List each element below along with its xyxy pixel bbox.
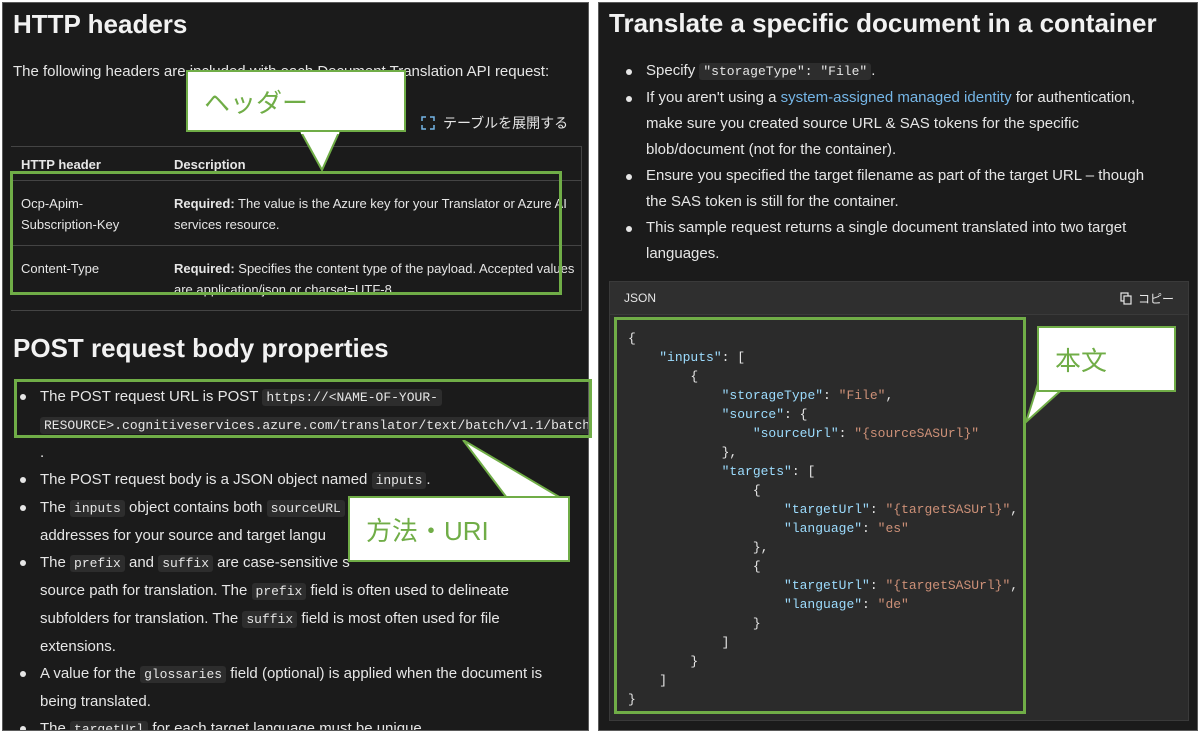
copy-label: コピー [1137,291,1174,306]
managed-identity-link[interactable]: system-assigned managed identity [781,89,1012,106]
uri-highlight-box [14,379,592,438]
inline-code: targetUrl [70,721,149,730]
translate-doc-title: Translate a specific document in a conta… [609,8,1157,38]
expand-table-label: テーブルを展開する [443,115,569,131]
bullet-text: addresses for your source and target lan… [40,527,327,544]
method-callout: 方法・URI [348,496,570,562]
bullet-text: Specify [646,62,700,79]
body-properties-title: POST request body properties [13,333,389,363]
bullet-text: being translated. [40,693,151,710]
inline-code: suffix [158,555,214,572]
bullet-text: blob/document (not for the container). [646,141,897,158]
bullet-text: and [124,554,159,571]
bullet-text: extensions. [40,638,116,655]
bullet-text: field is often used to delineate [306,582,509,599]
headers-title: HTTP headers [13,9,188,39]
list-item: Ensure you specified the target filename… [609,163,1194,215]
bullet-text: make sure you created source URL & SAS t… [646,115,1079,132]
bullet-text: for authentication, [1011,89,1136,106]
bullet-text: A value for the [40,665,141,682]
inline-code: inputs [371,472,427,489]
code-header: JSON コピー [610,282,1188,315]
bullet-text: The [40,554,71,571]
body-highlight-box [614,317,1026,714]
inline-code: sourceURL [266,500,345,517]
bullet-text: The [40,720,71,731]
bullet-text: object contains both [124,499,267,516]
inline-code: suffix [242,611,298,628]
copy-icon [1120,291,1132,305]
header-highlight-box [10,171,562,295]
body-callout: 本文 [1037,326,1176,392]
bullet-text: The [40,499,71,516]
header-callout-label: ヘッダー [204,87,309,118]
inline-code: "storageType": "File" [699,63,872,80]
bullet-text: If you aren't using a [646,89,781,106]
list-item: The targetUrl for each target language m… [3,715,583,731]
bullet-text: field is most often used for file [297,610,500,627]
inline-code: glossaries [140,666,227,683]
code-language: JSON [624,291,657,305]
inline-code: prefix [251,583,307,600]
translate-doc-list: Specify "storageType": "File". If you ar… [609,58,1194,267]
bullet-text: the SAS token is still for the container… [646,193,899,210]
bullet-text: This sample request returns a single doc… [646,219,1127,236]
bullet-text: . [426,471,431,488]
bullet-text: source path for translation. The [40,582,252,599]
bullet-text: The POST request body is a JSON object n… [40,471,372,488]
expand-icon [421,116,435,130]
bullet-text: languages. [646,245,720,262]
list-item: Specify "storageType": "File". [609,58,1194,85]
list-item: The prefix and suffix are case-sensitive… [3,549,583,660]
list-item: This sample request returns a single doc… [609,215,1194,267]
bullet-text: Ensure you specified the target filename… [646,167,1145,184]
bullet-text: for each target language must be unique. [148,720,426,731]
expand-table-button[interactable]: テーブルを展開する [421,113,568,133]
inline-code: inputs [70,500,125,517]
method-callout-label: 方法・URI [366,515,489,546]
list-item: If you aren't using a system-assigned ma… [609,85,1194,163]
bullet-text: field (optional) is applied when the doc… [226,665,543,682]
list-item: A value for the glossaries field (option… [3,660,583,715]
bullet-text: . [40,444,45,461]
body-callout-label: 本文 [1055,345,1108,376]
header-callout: ヘッダー [186,70,406,132]
bullet-text: . [871,62,876,79]
copy-button[interactable]: コピー [1120,290,1174,307]
bullet-text: are case-sensitive s [213,554,350,571]
inline-code: prefix [70,555,125,572]
bullet-text: subfolders for translation. The [40,610,243,627]
